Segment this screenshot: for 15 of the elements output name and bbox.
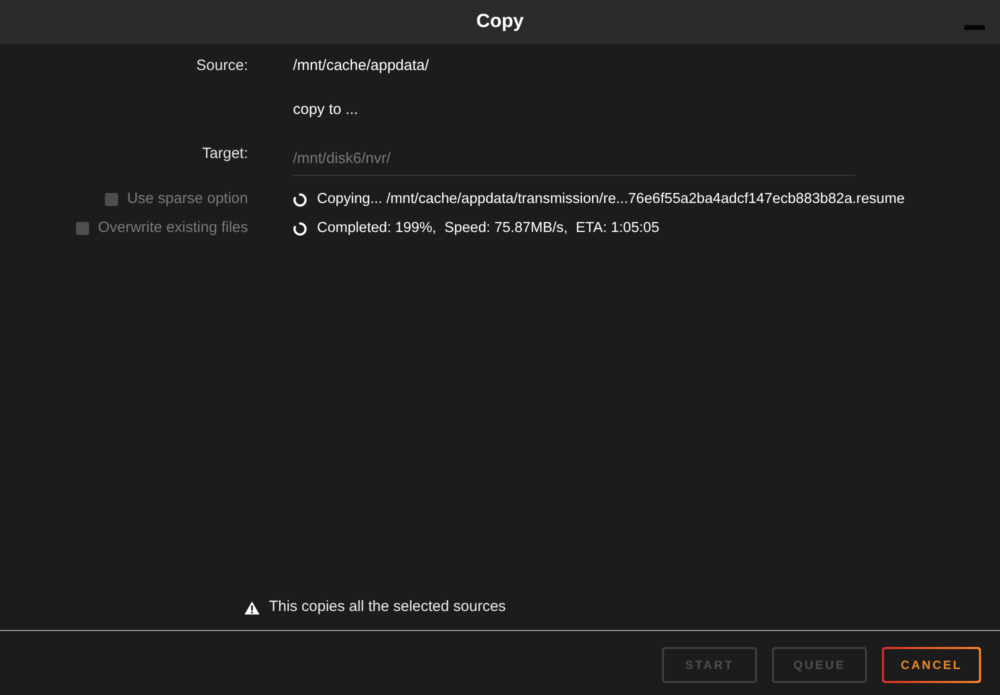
copy-to-text: copy to ... (293, 100, 358, 120)
spinner-icon (293, 192, 307, 206)
source-path: /mnt/cache/appdata/ (293, 56, 429, 76)
progress-text: Copying... /mnt/cache/appdata/transmission/re...76e6f55a2ba4adcf147ecb883b82a.resume (317, 190, 905, 209)
action-button[interactable]: CANCEL (882, 647, 981, 683)
progress-text: Completed: 199%, Speed: 75.87MB/s, ETA: 1:05:05 (317, 218, 660, 238)
warning-icon (244, 600, 260, 614)
option-label: Use sparse option (127, 189, 248, 210)
spinner-icon (293, 222, 307, 236)
source-label: Source: (196, 56, 248, 76)
window-title: Copy (476, 10, 524, 34)
target-label: Target: (202, 144, 248, 164)
minimize-icon[interactable] (964, 25, 985, 30)
note-text: This copies all the selected sources (269, 597, 506, 618)
option-label: Overwrite existing files (98, 218, 248, 238)
